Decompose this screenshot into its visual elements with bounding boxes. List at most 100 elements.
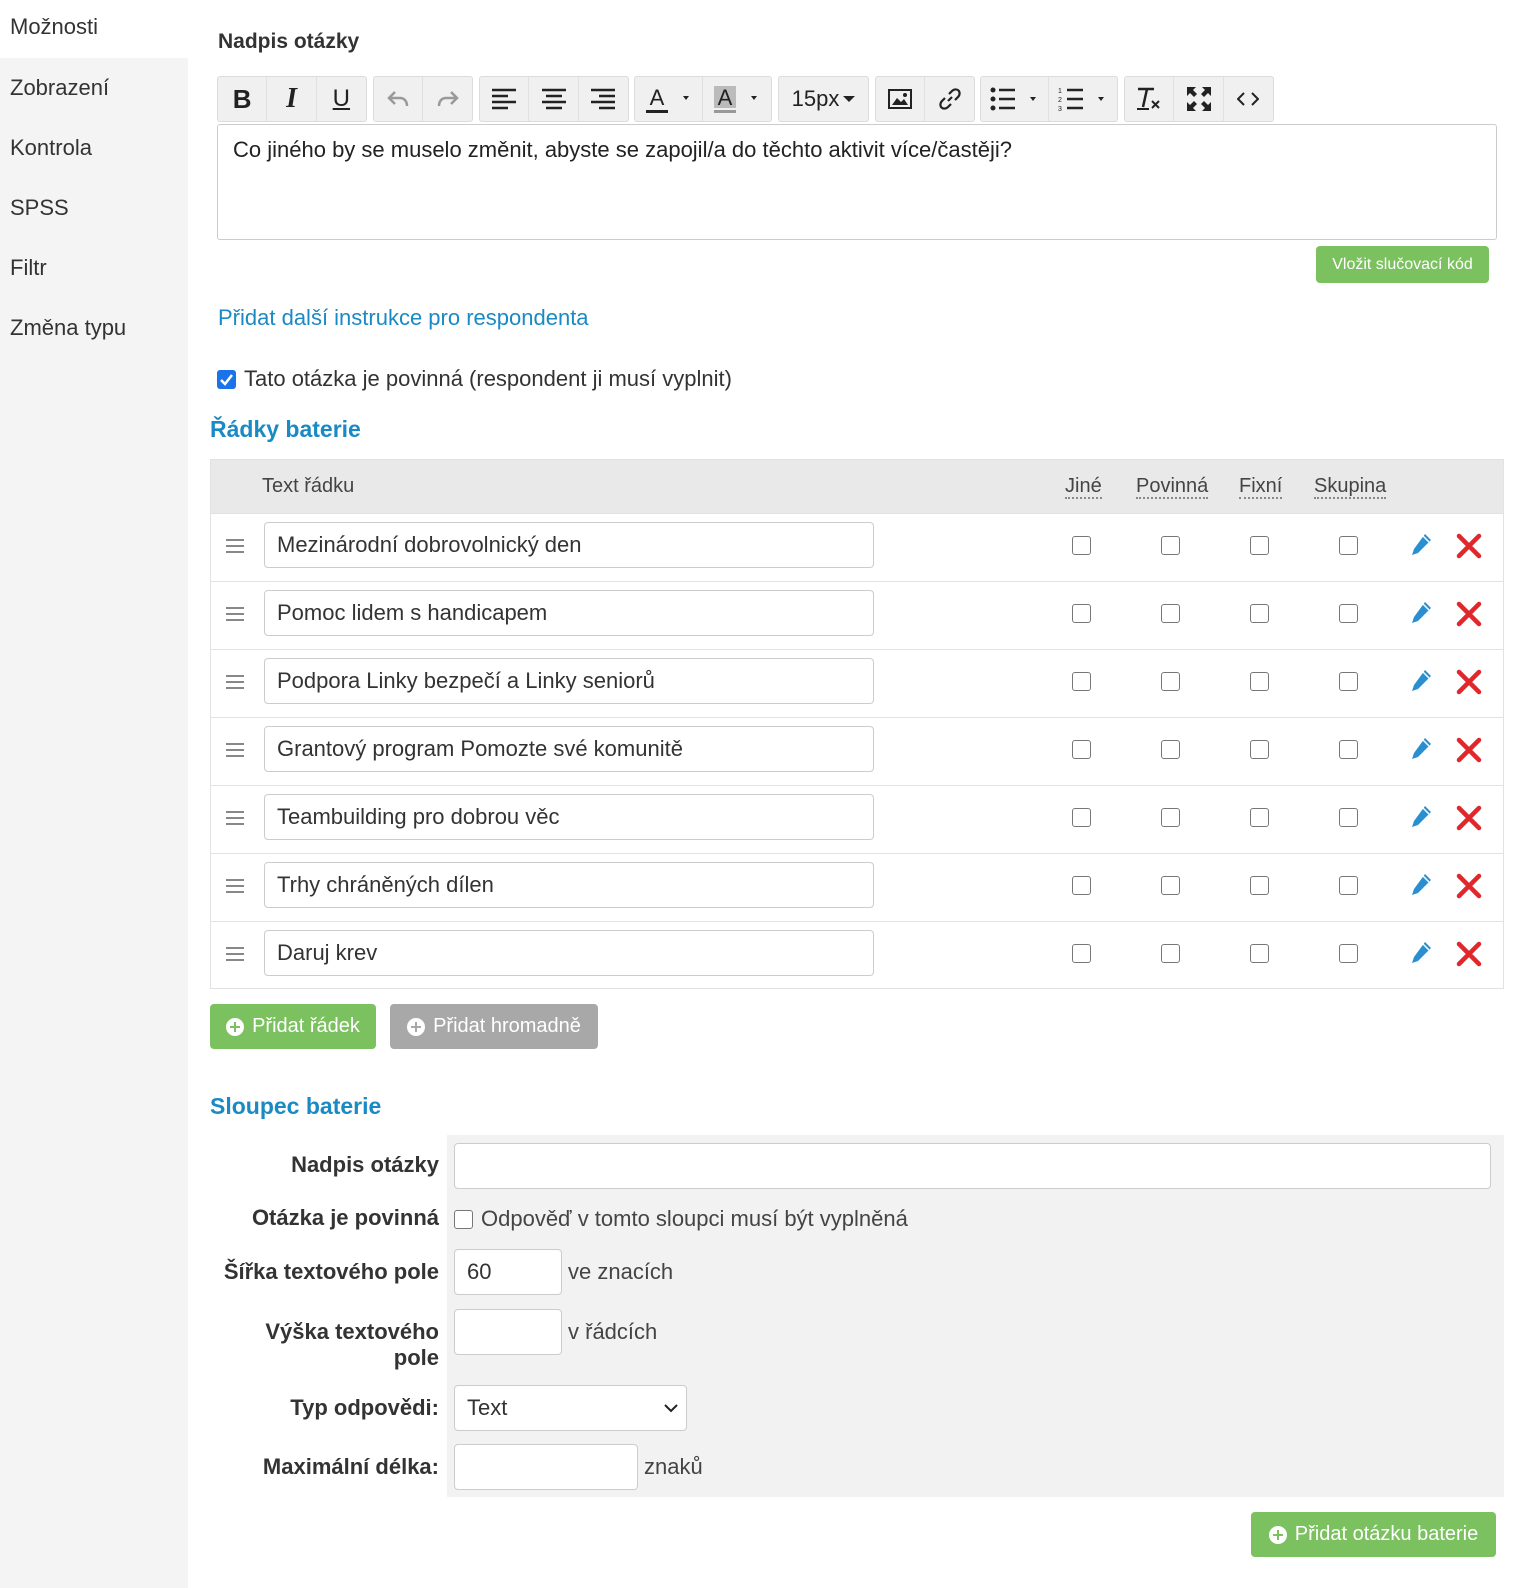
drag-handle-icon[interactable] <box>226 743 244 757</box>
drag-handle-icon[interactable] <box>226 947 244 961</box>
row-other-checkbox[interactable] <box>1072 672 1091 691</box>
row-text-input[interactable]: Podpora Linky bezpečí a Linky seniorů <box>264 658 874 704</box>
question-text-editor[interactable]: Co jiného by se muselo změnit, abyste se… <box>217 124 1497 240</box>
row-required-checkbox[interactable] <box>1161 672 1180 691</box>
edit-pencil-icon[interactable] <box>1409 600 1433 626</box>
background-color-button[interactable]: A <box>703 77 771 121</box>
sidebar-item-filtr[interactable]: Filtr <box>0 238 188 298</box>
column-required-checkbox-label: Odpověď v tomto sloupci musí být vyplněn… <box>481 1206 908 1231</box>
fullscreen-button[interactable] <box>1174 77 1224 121</box>
field-height-label-line2: pole <box>393 1345 439 1370</box>
plus-circle-icon <box>407 1017 426 1036</box>
undo-button[interactable] <box>374 77 424 121</box>
insert-image-button[interactable] <box>876 77 926 121</box>
edit-pencil-icon[interactable] <box>1409 872 1433 898</box>
row-fixed-checkbox[interactable] <box>1250 944 1269 963</box>
add-battery-question-button[interactable]: Přidat otázku baterie <box>1251 1512 1496 1557</box>
row-required-checkbox[interactable] <box>1161 740 1180 759</box>
text-color-button[interactable]: A <box>635 77 703 121</box>
row-text-input[interactable]: Trhy chráněných dílen <box>264 862 874 908</box>
row-required-checkbox[interactable] <box>1161 604 1180 623</box>
row-group-checkbox[interactable] <box>1339 808 1358 827</box>
row-other-checkbox[interactable] <box>1072 876 1091 895</box>
row-required-checkbox[interactable] <box>1161 944 1180 963</box>
sidebar-item-spss[interactable]: SPSS <box>0 178 188 238</box>
edit-pencil-icon[interactable] <box>1409 668 1433 694</box>
delete-x-icon[interactable] <box>1456 941 1482 967</box>
edit-pencil-icon[interactable] <box>1409 940 1433 966</box>
row-group-checkbox[interactable] <box>1339 944 1358 963</box>
row-group-checkbox[interactable] <box>1339 604 1358 623</box>
field-width-input[interactable]: 60 <box>454 1249 562 1295</box>
align-right-button[interactable] <box>579 77 628 121</box>
row-fixed-checkbox[interactable] <box>1250 808 1269 827</box>
row-required-checkbox[interactable] <box>1161 876 1180 895</box>
clear-format-button[interactable] <box>1125 77 1175 121</box>
column-heading-input[interactable] <box>454 1143 1491 1189</box>
sidebar-item-moznosti[interactable]: Možnosti <box>0 0 188 58</box>
question-required-checkbox[interactable] <box>217 370 236 389</box>
underline-button[interactable]: U <box>317 77 366 121</box>
row-other-checkbox[interactable] <box>1072 740 1091 759</box>
delete-x-icon[interactable] <box>1456 805 1482 831</box>
italic-button[interactable]: I <box>267 77 317 121</box>
font-size-dropdown[interactable]: 15px <box>779 77 868 121</box>
delete-x-icon[interactable] <box>1456 737 1482 763</box>
bullet-list-button[interactable] <box>981 77 1049 121</box>
row-other-checkbox[interactable] <box>1072 536 1091 555</box>
edit-pencil-icon[interactable] <box>1409 804 1433 830</box>
delete-x-icon[interactable] <box>1456 669 1482 695</box>
row-fixed-checkbox[interactable] <box>1250 740 1269 759</box>
add-instructions-link[interactable]: Přidat další instrukce pro respondenta <box>218 305 589 331</box>
column-header-other-label: Jiné <box>1065 475 1102 499</box>
row-fixed-checkbox[interactable] <box>1250 536 1269 555</box>
answer-type-select[interactable]: Text <box>454 1385 687 1431</box>
column-required-checkbox[interactable] <box>454 1210 473 1229</box>
drag-handle-icon[interactable] <box>226 675 244 689</box>
drag-handle-icon[interactable] <box>226 607 244 621</box>
align-left-button[interactable] <box>480 77 530 121</box>
toolbar-history-group <box>373 76 473 122</box>
row-fixed-checkbox[interactable] <box>1250 672 1269 691</box>
sidebar-item-zobrazeni[interactable]: Zobrazení <box>0 58 188 118</box>
row-text-input[interactable]: Daruj krev <box>264 930 874 976</box>
delete-x-icon[interactable] <box>1456 873 1482 899</box>
add-bulk-button[interactable]: Přidat hromadně <box>390 1004 598 1049</box>
row-text-input[interactable]: Mezinárodní dobrovolnický den <box>264 522 874 568</box>
edit-pencil-icon[interactable] <box>1409 532 1433 558</box>
row-required-checkbox[interactable] <box>1161 808 1180 827</box>
row-text-input[interactable]: Teambuilding pro dobrou věc <box>264 794 874 840</box>
row-other-checkbox[interactable] <box>1072 808 1091 827</box>
drag-handle-icon[interactable] <box>226 811 244 825</box>
row-group-checkbox[interactable] <box>1339 672 1358 691</box>
insert-link-button[interactable] <box>925 77 974 121</box>
drag-handle-icon[interactable] <box>226 879 244 893</box>
delete-x-icon[interactable] <box>1456 601 1482 627</box>
align-center-button[interactable] <box>529 77 579 121</box>
source-code-button[interactable] <box>1224 77 1273 121</box>
redo-button[interactable] <box>423 77 472 121</box>
add-row-button[interactable]: Přidat řádek <box>210 1004 376 1049</box>
toolbar-format-group: B I U <box>217 76 367 122</box>
row-text-input[interactable]: Pomoc lidem s handicapem <box>264 590 874 636</box>
max-length-input[interactable] <box>454 1444 638 1490</box>
insert-merge-code-button[interactable]: Vložit slučovací kód <box>1316 246 1489 283</box>
row-required-checkbox[interactable] <box>1161 536 1180 555</box>
row-other-checkbox[interactable] <box>1072 944 1091 963</box>
row-group-checkbox[interactable] <box>1339 876 1358 895</box>
row-group-checkbox[interactable] <box>1339 740 1358 759</box>
toolbar-misc-group <box>1124 76 1274 122</box>
row-fixed-checkbox[interactable] <box>1250 604 1269 623</box>
row-group-checkbox[interactable] <box>1339 536 1358 555</box>
row-fixed-checkbox[interactable] <box>1250 876 1269 895</box>
edit-pencil-icon[interactable] <box>1409 736 1433 762</box>
row-other-checkbox[interactable] <box>1072 604 1091 623</box>
sidebar-item-kontrola[interactable]: Kontrola <box>0 118 188 178</box>
row-text-input[interactable]: Grantový program Pomozte své komunitě <box>264 726 874 772</box>
drag-handle-icon[interactable] <box>226 539 244 553</box>
delete-x-icon[interactable] <box>1456 533 1482 559</box>
field-height-input[interactable] <box>454 1309 562 1355</box>
numbered-list-button[interactable]: 1 2 3 <box>1049 77 1117 121</box>
bold-button[interactable]: B <box>218 77 268 121</box>
sidebar-item-zmena-typu[interactable]: Změna typu <box>0 298 188 358</box>
